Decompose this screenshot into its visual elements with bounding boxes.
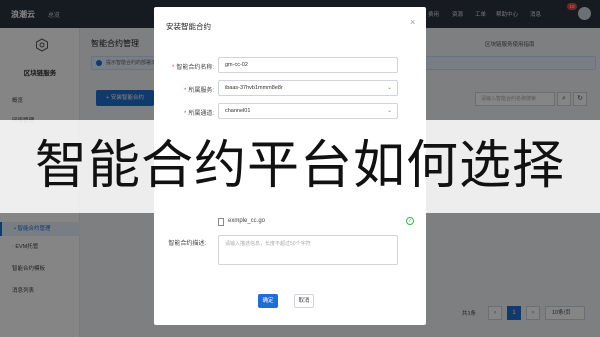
description-label: 智能合约描述:	[168, 241, 206, 247]
file-icon	[218, 218, 224, 226]
confirm-button[interactable]: 确定	[258, 294, 278, 308]
cancel-button[interactable]: 取消	[294, 294, 314, 308]
caption-text: 智能合约平台如何选择	[34, 137, 565, 195]
contract-name-label: * 智能合约名称:	[171, 65, 214, 71]
close-icon[interactable]: ×	[410, 17, 415, 27]
dialog-title: 安装智能合约	[166, 22, 211, 31]
uploaded-file: exmple_cc.go ✓	[218, 217, 414, 229]
channel-label: * 所属通道:	[183, 111, 214, 117]
chevron-down-icon: ⌄	[386, 85, 392, 91]
file-name: exmple_cc.go	[228, 218, 266, 224]
service-label: * 所属服务:	[183, 88, 214, 94]
check-icon: ✓	[406, 217, 414, 225]
channel-value: channel01	[225, 108, 251, 114]
chevron-down-icon: ⌄	[386, 108, 392, 114]
description-textarea[interactable]: 请输入描述信息，长度不超过50个字符	[218, 235, 398, 265]
service-select[interactable]: ibaas-37hvb1mmm8e8r ⌄	[218, 80, 398, 96]
channel-select[interactable]: channel01 ⌄	[218, 103, 398, 119]
caption-banner: 智能合约平台如何选择	[0, 120, 600, 213]
contract-name-input[interactable]: gm-cc-02	[218, 57, 398, 73]
service-value: ibaas-37hvb1mmm8e8r	[225, 85, 283, 91]
